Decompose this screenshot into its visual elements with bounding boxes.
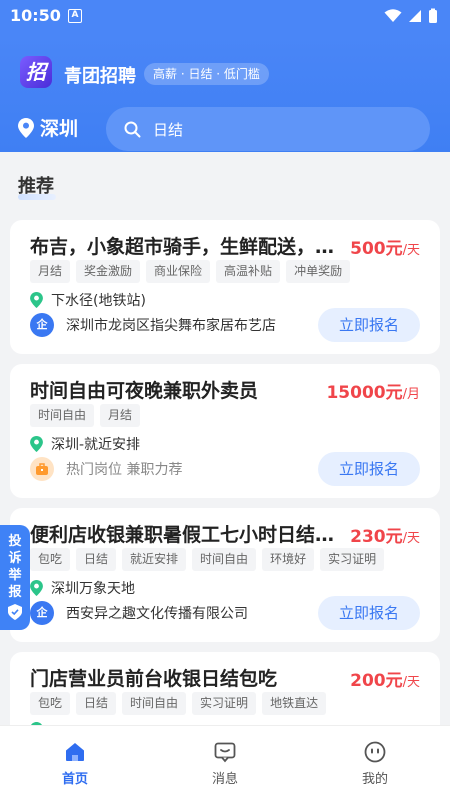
report-complaint-button[interactable]: 投 诉 举 报 (0, 525, 30, 630)
job-title: 门店营业员前台收银日结包吃 (30, 668, 278, 690)
city-selector[interactable]: 深圳 (18, 114, 78, 141)
city-name: 深圳 (40, 118, 79, 140)
job-tag: 时间自由 (192, 548, 257, 571)
location-text: 下水径(地铁站) (51, 293, 146, 309)
apply-button[interactable]: 立即报名 (318, 452, 420, 486)
job-tag: 时间自由 (122, 692, 187, 715)
job-tag: 实习证明 (320, 548, 385, 571)
nav-messages[interactable]: 消息 (150, 726, 300, 801)
nav-profile[interactable]: 我的 (300, 726, 450, 801)
job-tag: 高温补贴 (216, 260, 281, 283)
job-tag: 商业保险 (146, 260, 211, 283)
notification-icon: A (68, 9, 82, 23)
report-char: 报 (8, 585, 22, 600)
job-location: 深圳-就近安排 (30, 434, 140, 454)
location-text: 深圳-就近安排 (51, 437, 141, 453)
location-pin-icon (30, 292, 43, 308)
job-tag: 日结 (76, 548, 117, 571)
job-tag: 包吃 (30, 548, 71, 571)
job-tags: 时间自由 月结 (30, 404, 141, 427)
job-salary: 230元/天 (350, 522, 420, 547)
job-tags: 月结 奖金激励 商业保险 高温补贴 冲单奖励 (30, 260, 351, 283)
job-tags: 包吃 日结 时间自由 实习证明 地铁直达 (30, 692, 327, 715)
status-time: 10:50 (10, 6, 61, 25)
job-card[interactable]: 便利店收银兼职暑假工七小时日结兼职 230元/天 包吃 日结 就近安排 时间自由… (10, 508, 440, 642)
wifi-icon (384, 9, 402, 22)
search-input[interactable]: 日结 (106, 107, 430, 151)
recommendation-text: 热门岗位 兼职力荐 (66, 462, 183, 478)
salary-amount: 15000元 (326, 383, 403, 403)
bottom-navigation: 首页 消息 我的 (0, 725, 450, 801)
report-char: 举 (8, 568, 22, 583)
section-title: 推荐 (18, 176, 54, 197)
salary-unit: /月 (402, 387, 420, 402)
job-salary: 200元/天 (350, 666, 420, 691)
job-location: 下水径(地铁站) (30, 290, 146, 310)
location-text: 深圳万象天地 (51, 581, 135, 597)
job-tag: 地铁直达 (262, 692, 327, 715)
job-tag: 月结 (30, 260, 71, 283)
job-title: 便利店收银兼职暑假工七小时日结兼职 (30, 524, 345, 546)
nav-home-label: 首页 (61, 772, 88, 787)
job-company: 企 西安异之趣文化传播有限公司 (30, 601, 248, 625)
job-tag: 就近安排 (122, 548, 187, 571)
company-icon: 企 (30, 313, 54, 337)
job-tag: 环境好 (262, 548, 315, 571)
job-salary: 500元/天 (350, 234, 420, 259)
company-name: 西安异之趣文化传播有限公司 (66, 606, 248, 622)
job-tag: 冲单奖励 (286, 260, 351, 283)
salary-amount: 230元 (350, 527, 403, 547)
app-header: 招 青团招聘 高薪 · 日结 · 低门槛 深圳 日结 (0, 34, 450, 152)
job-tag: 奖金激励 (76, 260, 141, 283)
app-logo: 招 (20, 56, 52, 88)
company-icon: 企 (30, 601, 54, 625)
job-card[interactable]: 时间自由可夜晚兼职外卖员 15000元/月 时间自由 月结 深圳-就近安排 热门… (10, 364, 440, 498)
nav-home[interactable]: 首页 (0, 726, 150, 801)
job-card[interactable]: 门店营业员前台收银日结包吃 200元/天 包吃 日结 时间自由 实习证明 地铁直… (10, 652, 440, 725)
job-company: 企 深圳市龙岗区指尖舞布家居布艺店 (30, 313, 276, 337)
home-icon (66, 743, 84, 761)
job-location: 深圳万象天地 (30, 578, 135, 598)
status-bar: 10:50 A (0, 0, 450, 34)
location-pin-icon (18, 117, 34, 138)
nav-profile-label: 我的 (361, 772, 388, 787)
job-tag: 日结 (76, 692, 117, 715)
job-card[interactable]: 布吉，小象超市骑手，生鲜配送，包吃住 500元/天 月结 奖金激励 商业保险 高… (10, 220, 440, 354)
job-tag: 包吃 (30, 692, 71, 715)
job-salary: 15000元/月 (326, 378, 420, 403)
job-tags: 包吃 日结 就近安排 时间自由 环境好 实习证明 (30, 548, 385, 571)
apply-button[interactable]: 立即报名 (318, 596, 420, 630)
salary-amount: 500元 (350, 239, 403, 259)
job-tag: 时间自由 (30, 404, 95, 427)
job-title: 布吉，小象超市骑手，生鲜配送，包吃住 (30, 236, 345, 258)
app-slogan: 高薪 · 日结 · 低门槛 (144, 63, 269, 85)
signal-icon (409, 10, 421, 22)
report-char: 投 (8, 534, 22, 549)
profile-icon (364, 741, 386, 763)
app-name: 青团招聘 (64, 66, 136, 87)
location-pin-icon (30, 580, 43, 596)
hot-job-icon (30, 457, 54, 481)
report-char: 诉 (8, 551, 22, 566)
job-title: 时间自由可夜晚兼职外卖员 (30, 380, 259, 402)
company-name: 深圳市龙岗区指尖舞布家居布艺店 (66, 318, 276, 334)
message-icon (214, 742, 236, 763)
location-pin-icon (30, 436, 43, 452)
salary-unit: /天 (402, 243, 420, 258)
salary-amount: 200元 (350, 671, 403, 691)
search-text: 日结 (153, 120, 184, 139)
nav-messages-label: 消息 (211, 772, 238, 787)
job-tag: 月结 (100, 404, 141, 427)
apply-button[interactable]: 立即报名 (318, 308, 420, 342)
status-icons (384, 8, 438, 24)
job-recommendation: 热门岗位 兼职力荐 (30, 457, 182, 481)
salary-unit: /天 (402, 531, 420, 546)
job-feed: 推荐 布吉，小象超市骑手，生鲜配送，包吃住 500元/天 月结 奖金激励 商业保… (0, 152, 450, 725)
shield-icon (8, 604, 22, 620)
search-icon (124, 121, 141, 137)
salary-unit: /天 (402, 675, 420, 690)
job-tag: 实习证明 (192, 692, 257, 715)
battery-icon (429, 8, 437, 23)
